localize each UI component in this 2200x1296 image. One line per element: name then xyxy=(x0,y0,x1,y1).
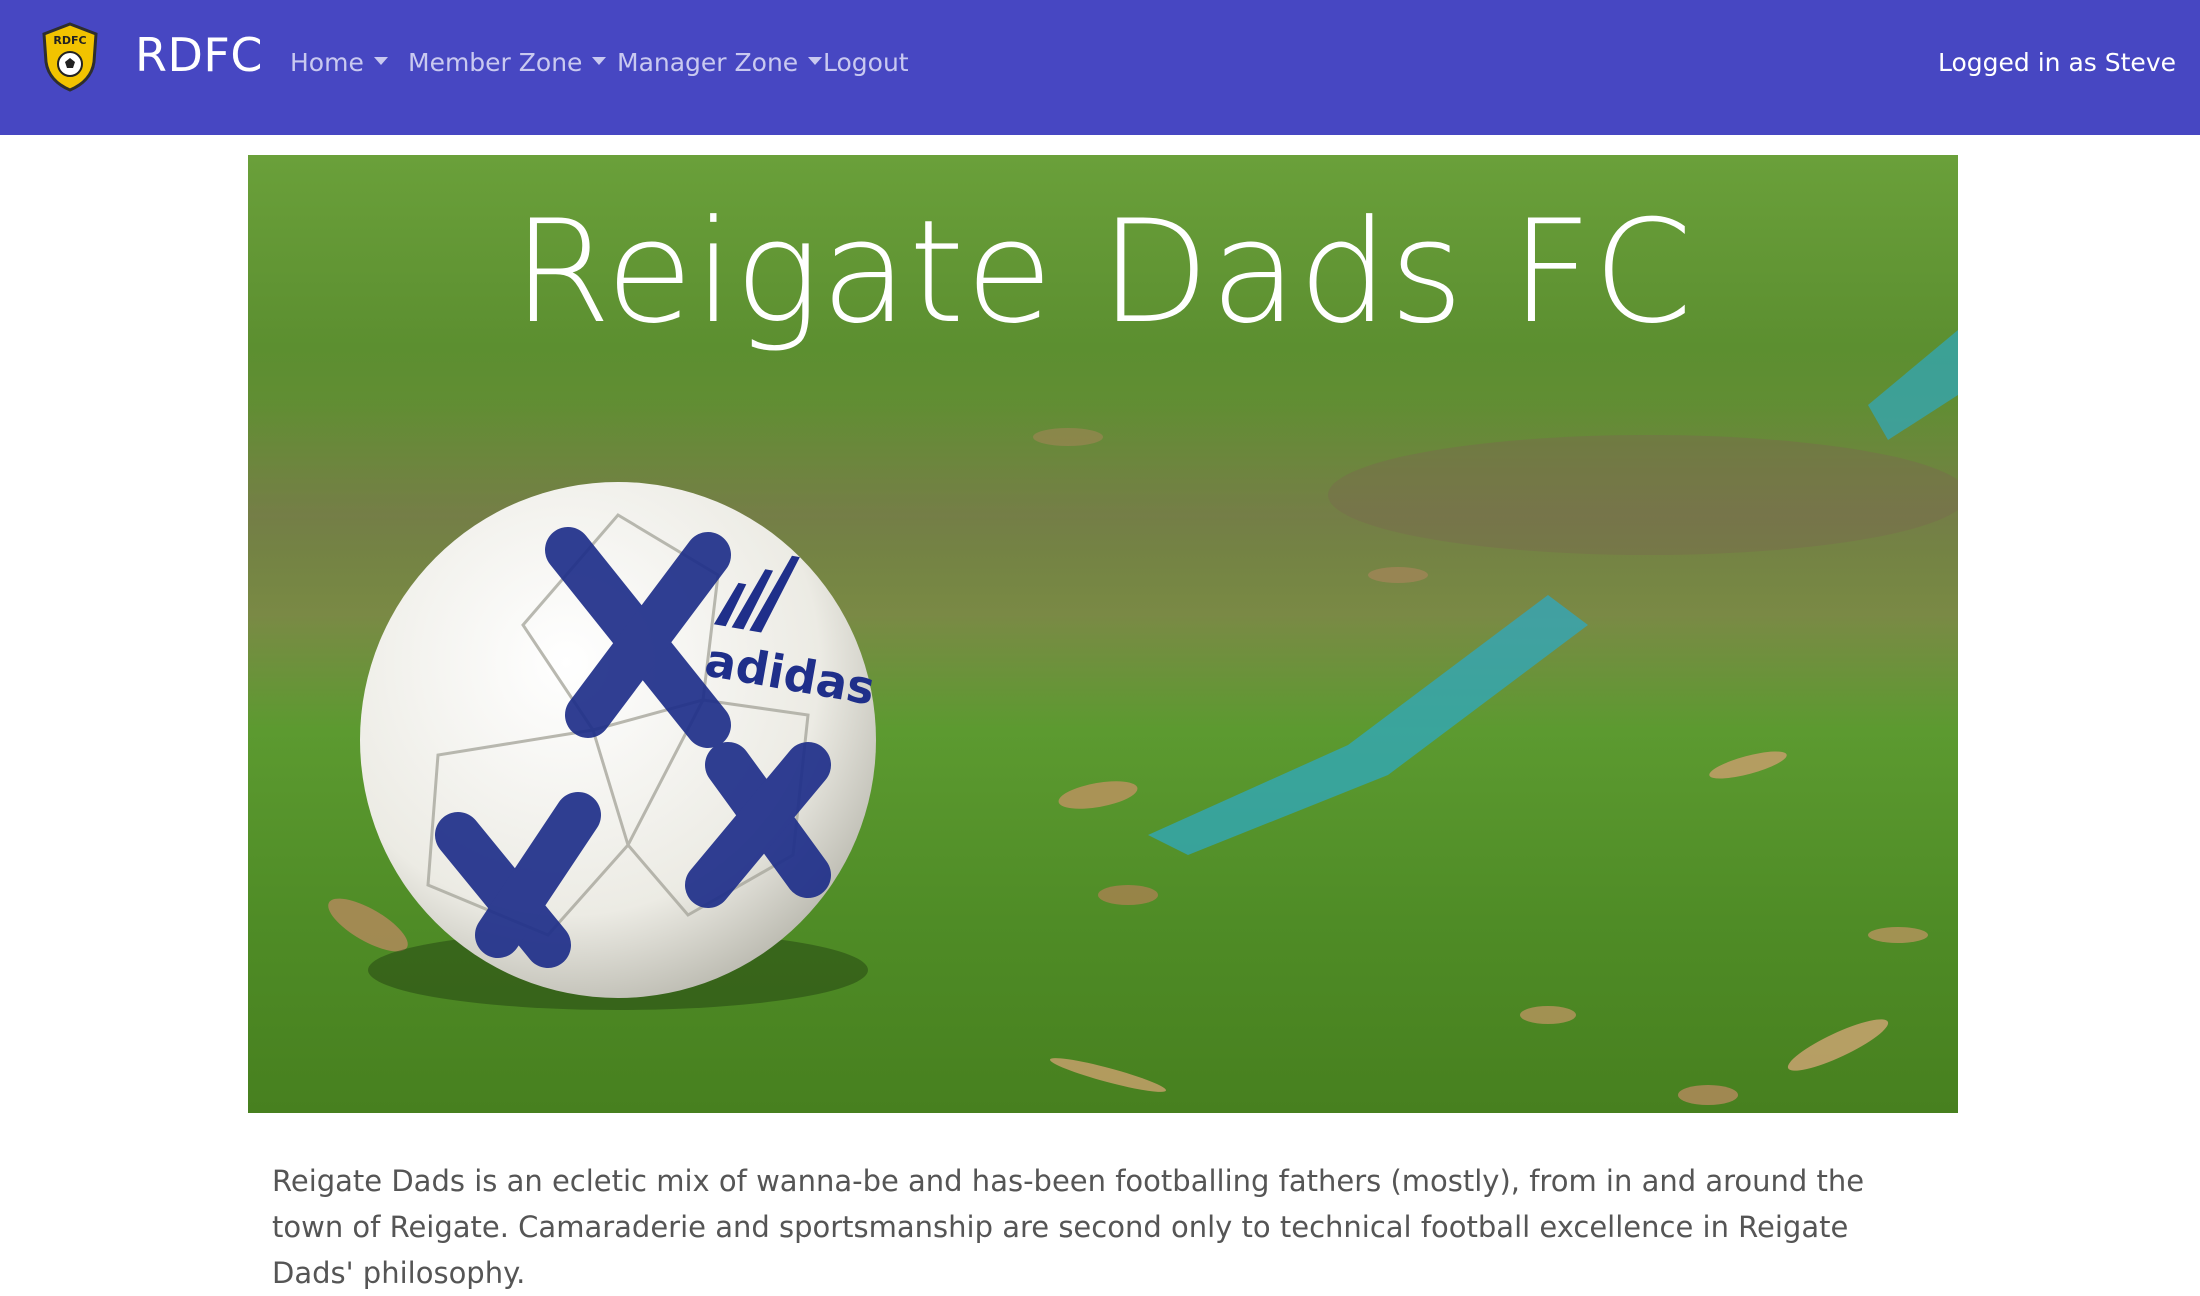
nav-member-zone[interactable]: Member Zone xyxy=(408,48,607,77)
nav-member-zone-label: Member Zone xyxy=(408,48,583,77)
brand-name[interactable]: RDFC xyxy=(135,28,263,82)
chevron-down-icon xyxy=(373,57,388,65)
intro-paragraph: Reigate Dads is an ecletic mix of wanna-… xyxy=(272,1164,1865,1290)
nav-manager-zone-label: Manager Zone xyxy=(617,48,799,77)
top-navbar: RDFC RDFC Home Member Zone Manager Zone … xyxy=(0,0,2200,135)
hero-title: Reigate Dads FC xyxy=(512,190,1694,355)
nav-logout-label: Logout xyxy=(823,48,909,77)
nav-manager-zone[interactable]: Manager Zone xyxy=(617,48,823,77)
crest-text: RDFC xyxy=(53,34,86,47)
soccer-ball-icon: adidas xyxy=(360,482,879,998)
nav-logout[interactable]: Logout xyxy=(823,48,909,77)
nav-home[interactable]: Home xyxy=(290,48,388,77)
chevron-down-icon xyxy=(592,57,607,65)
nav-home-label: Home xyxy=(290,48,364,77)
chevron-down-icon xyxy=(808,57,823,65)
hero-image: adidas Reigate Dads FC xyxy=(248,155,1958,1113)
user-status: Logged in as Steve xyxy=(1938,48,2176,77)
club-crest-icon[interactable]: RDFC xyxy=(40,22,100,92)
